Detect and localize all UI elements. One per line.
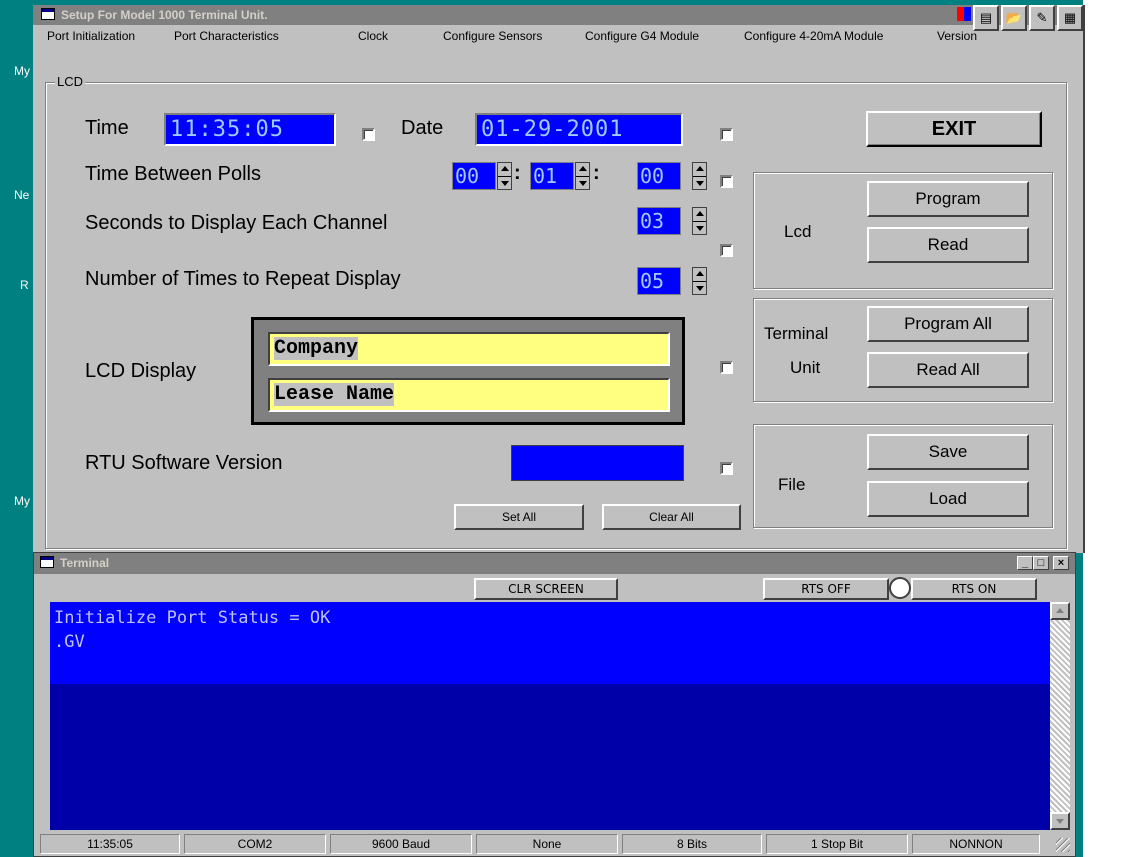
status-parity: None	[476, 834, 618, 854]
seconds-display-label: Seconds to Display Each Channel	[85, 212, 388, 234]
date-field[interactable]: 01-29-2001	[475, 113, 683, 146]
status-port: COM2	[184, 834, 326, 854]
lcd-line-2-text: Lease Name	[274, 383, 395, 406]
status-baud: 9600 Baud	[330, 834, 472, 854]
status-handshake: NONNON	[912, 834, 1040, 854]
polls-label: Time Between Polls	[85, 163, 261, 185]
lcd-group-label: LCD	[55, 74, 86, 89]
repeat-spinner[interactable]	[692, 267, 707, 295]
window-icon[interactable]	[40, 556, 54, 568]
terminal-output[interactable]: Initialize Port Status = OK .GV	[50, 602, 1050, 830]
menu-configure-g4-module[interactable]: Configure G4 Module	[585, 25, 699, 47]
polls-hours-field[interactable]: 00	[452, 162, 496, 190]
terminal-line: .GV	[54, 632, 85, 652]
lcd-read-button[interactable]: Read	[867, 227, 1029, 263]
terminal-unit-label-1: Terminal	[764, 324, 829, 343]
read-all-button[interactable]: Read All	[867, 352, 1029, 388]
colon-separator: :	[593, 162, 600, 184]
desktop-margin	[1083, 0, 1145, 857]
lcd-display-checkbox[interactable]	[720, 361, 733, 374]
windows-flag-icon[interactable]	[957, 7, 971, 21]
seconds-display-field[interactable]: 03	[637, 207, 681, 235]
desktop-icon-label[interactable]: R	[20, 278, 29, 292]
desktop-icon-label[interactable]: My	[14, 494, 30, 508]
maximize-button[interactable]: □	[1033, 556, 1049, 570]
rts-off-button[interactable]: RTS OFF	[763, 578, 889, 600]
terminal-scrollbar[interactable]	[1050, 602, 1070, 830]
rtu-version-checkbox[interactable]	[720, 462, 733, 475]
file-panel-label: File	[778, 475, 806, 494]
menu-port-initialization[interactable]: Port Initialization	[47, 25, 135, 47]
time-checkbox[interactable]	[362, 128, 375, 141]
menu-version[interactable]: Version	[937, 25, 977, 47]
repeat-label: Number of Times to Repeat Display	[85, 268, 401, 290]
rts-on-button[interactable]: RTS ON	[911, 578, 1037, 600]
polls-hours-spinner[interactable]	[497, 162, 512, 190]
clr-screen-button[interactable]: CLR SCREEN	[474, 578, 618, 600]
lcd-line-1[interactable]: Company	[268, 332, 670, 366]
repeat-field[interactable]: 05	[637, 267, 681, 295]
terminal-line: Initialize Port Status = OK	[54, 608, 331, 628]
polls-seconds-spinner[interactable]	[692, 162, 707, 190]
program-all-button[interactable]: Program All	[867, 306, 1029, 342]
menubar: Port Initialization Port Characteristics…	[33, 25, 1083, 47]
date-label: Date	[401, 117, 444, 139]
time-label: Time	[85, 117, 129, 139]
menu-clock[interactable]: Clock	[358, 25, 388, 47]
save-button[interactable]: Save	[867, 434, 1029, 470]
status-time: 11:35:05	[40, 834, 180, 854]
rtu-version-label: RTU Software Version	[85, 452, 283, 474]
lcd-display-label: LCD Display	[85, 360, 197, 382]
exit-button[interactable]: EXIT	[866, 111, 1042, 147]
close-button[interactable]: ×	[1053, 556, 1069, 570]
scroll-down-arrow-icon[interactable]	[1050, 812, 1070, 830]
seconds-display-checkbox[interactable]	[720, 244, 733, 257]
polls-minutes-field[interactable]: 01	[530, 162, 574, 190]
lcd-line-2[interactable]: Lease Name	[268, 378, 670, 412]
clear-all-button[interactable]: Clear All	[602, 504, 741, 530]
status-data-bits: 8 Bits	[622, 834, 762, 854]
desktop-icon-label[interactable]: My	[14, 64, 30, 78]
desktop-icon-label[interactable]: Ne	[14, 188, 29, 202]
polls-seconds-field[interactable]: 00	[637, 162, 681, 190]
lcd-program-button[interactable]: Program	[867, 181, 1029, 217]
seconds-display-spinner[interactable]	[692, 207, 707, 235]
polls-checkbox[interactable]	[720, 175, 733, 188]
lcd-line-1-text: Company	[274, 337, 359, 360]
terminal-title: Terminal	[60, 556, 110, 570]
time-field[interactable]: 11:35:05	[164, 113, 336, 146]
date-checkbox[interactable]	[720, 128, 733, 141]
terminal-titlebar[interactable]: Terminal _ □ ×	[34, 553, 1075, 574]
terminal-unit-label-2: Unit	[790, 358, 821, 377]
rtu-version-field[interactable]	[511, 445, 684, 481]
terminal-window: Terminal _ □ × CLR SCREEN RTS OFF RTS ON…	[33, 552, 1076, 857]
terminal-toolbar: CLR SCREEN RTS OFF RTS ON	[34, 574, 1075, 602]
scroll-up-arrow-icon[interactable]	[1050, 602, 1070, 620]
load-button[interactable]: Load	[867, 481, 1029, 517]
window-icon[interactable]	[41, 8, 55, 20]
status-stop-bits: 1 Stop Bit	[766, 834, 908, 854]
menu-port-characteristics[interactable]: Port Characteristics	[174, 25, 279, 47]
setup-titlebar[interactable]: Setup For Model 1000 Terminal Unit.	[33, 5, 1083, 25]
menu-configure-4-20ma-module[interactable]: Configure 4-20mA Module	[744, 25, 883, 47]
window-title: Setup For Model 1000 Terminal Unit.	[61, 8, 268, 22]
minimize-button[interactable]: _	[1017, 556, 1033, 570]
lcd-panel-label: Lcd	[784, 222, 812, 241]
resize-grip-icon[interactable]	[1056, 838, 1070, 852]
menu-configure-sensors[interactable]: Configure Sensors	[443, 25, 542, 47]
terminal-statusbar: 11:35:05 COM2 9600 Baud None 8 Bits 1 St…	[34, 832, 1075, 856]
lcd-display-frame: Company Lease Name	[251, 317, 685, 425]
colon-separator: :	[514, 162, 521, 184]
rts-indicator-icon	[889, 577, 911, 599]
polls-minutes-spinner[interactable]	[575, 162, 590, 190]
set-all-button[interactable]: Set All	[454, 504, 584, 530]
